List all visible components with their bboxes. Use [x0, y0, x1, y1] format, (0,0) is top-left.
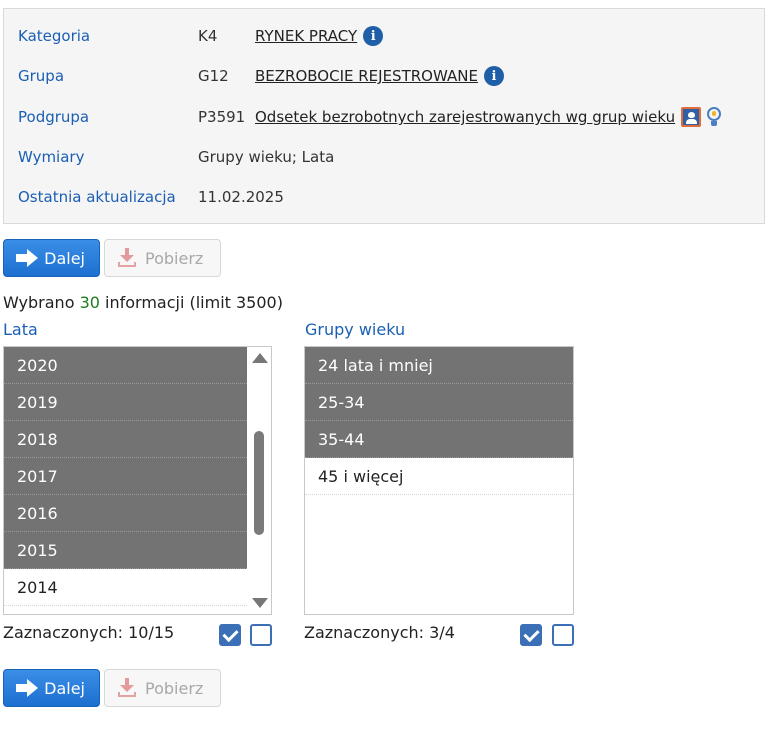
scrollbar-thumb[interactable] — [254, 431, 264, 535]
years-listbox[interactable]: 2020 2019 2018 2017 2016 2015 2014 2013 — [3, 346, 272, 615]
years-selected-count: Zaznaczonych: 10/15 — [3, 623, 175, 642]
next-button-bottom[interactable]: Dalej — [3, 669, 100, 707]
scroll-down-icon[interactable] — [252, 598, 268, 608]
age-group-option[interactable]: 24 lata i mniej — [305, 347, 573, 384]
dimensions-label: Wymiary — [18, 148, 85, 166]
age-groups-selected-count: Zaznaczonych: 3/4 — [304, 623, 455, 642]
year-option[interactable]: 2017 — [4, 458, 249, 495]
years-title: Lata — [3, 320, 38, 339]
arrow-right-icon — [16, 679, 38, 697]
info-row-category: Kategoria K4 RYNEK PRACY i — [4, 24, 764, 48]
download-button-label: Pobierz — [145, 678, 204, 698]
arrow-right-icon — [16, 249, 38, 267]
subgroup-value: Odsetek bezrobotnych zarejestrowanych wg… — [255, 107, 722, 127]
group-value: BEZROBOCIE REJESTROWANE i — [255, 66, 504, 86]
dataset-info-panel: Kategoria K4 RYNEK PRACY i Grupa G12 BEZ… — [3, 8, 765, 224]
age-groups-deselect-all-checkbox[interactable] — [552, 624, 574, 646]
years-select-all-checkbox[interactable] — [219, 624, 241, 646]
age-groups-listbox[interactable]: 24 lata i mniej 25-34 35-44 45 i więcej — [304, 346, 574, 615]
info-row-subgroup: Podgrupa P3591 Odsetek bezrobotnych zare… — [4, 105, 764, 129]
year-option[interactable]: 2013 — [4, 606, 249, 614]
category-label: Kategoria — [18, 27, 91, 45]
download-icon — [117, 248, 137, 268]
age-groups-select-all-checkbox[interactable] — [520, 624, 542, 646]
year-option[interactable]: 2014 — [4, 569, 249, 606]
scroll-up-icon[interactable] — [252, 353, 268, 363]
years-options: 2020 2019 2018 2017 2016 2015 2014 2013 — [4, 347, 249, 614]
age-group-option[interactable]: 25-34 — [305, 384, 573, 421]
download-button[interactable]: Pobierz — [104, 239, 221, 277]
summary-prefix: Wybrano — [3, 293, 80, 312]
download-icon — [117, 678, 137, 698]
year-option[interactable]: 2019 — [4, 384, 249, 421]
summary-count: 30 — [79, 293, 100, 312]
subgroup-code: P3591 — [198, 108, 246, 126]
years-deselect-all-checkbox[interactable] — [250, 624, 272, 646]
year-option[interactable]: 2020 — [4, 347, 249, 384]
download-button-label: Pobierz — [145, 248, 204, 268]
info-row-last-update: Ostatnia aktualizacja 11.02.2025 — [4, 185, 764, 209]
age-group-option[interactable]: 45 i więcej — [305, 458, 573, 495]
info-row-dimensions: Wymiary Grupy wieku; Lata — [4, 145, 764, 169]
info-icon[interactable]: i — [483, 66, 504, 86]
last-update-value: 11.02.2025 — [198, 188, 284, 206]
category-link[interactable]: RYNEK PRACY — [255, 27, 357, 45]
selection-summary: Wybrano 30 informacji (limit 3500) — [3, 293, 283, 312]
group-link[interactable]: BEZROBOCIE REJESTROWANE — [255, 67, 478, 85]
category-value: RYNEK PRACY i — [255, 26, 384, 46]
info-icon[interactable]: i — [363, 26, 384, 46]
age-groups-title: Grupy wieku — [305, 320, 406, 339]
year-option[interactable]: 2016 — [4, 495, 249, 532]
age-group-option[interactable]: 35-44 — [305, 421, 573, 458]
years-scrollbar[interactable] — [247, 347, 271, 614]
next-button-label: Dalej — [44, 678, 85, 698]
last-update-label: Ostatnia aktualizacja — [18, 188, 176, 206]
summary-suffix: informacji (limit 3500) — [99, 293, 283, 312]
subgroup-label: Podgrupa — [18, 108, 90, 126]
dimensions-value: Grupy wieku; Lata — [198, 148, 335, 166]
next-button[interactable]: Dalej — [3, 239, 100, 277]
subgroup-link[interactable]: Odsetek bezrobotnych zarejestrowanych wg… — [255, 108, 675, 126]
year-option[interactable]: 2018 — [4, 421, 249, 458]
category-code: K4 — [198, 27, 218, 45]
group-code: G12 — [198, 67, 229, 85]
lightbulb-icon[interactable] — [707, 107, 722, 127]
info-row-group: Grupa G12 BEZROBOCIE REJESTROWANE i — [4, 64, 764, 88]
group-label: Grupa — [18, 67, 65, 85]
next-button-label: Dalej — [44, 248, 85, 268]
year-option[interactable]: 2015 — [4, 532, 249, 569]
download-button-bottom[interactable]: Pobierz — [104, 669, 221, 707]
metadata-card-icon[interactable] — [681, 107, 702, 127]
